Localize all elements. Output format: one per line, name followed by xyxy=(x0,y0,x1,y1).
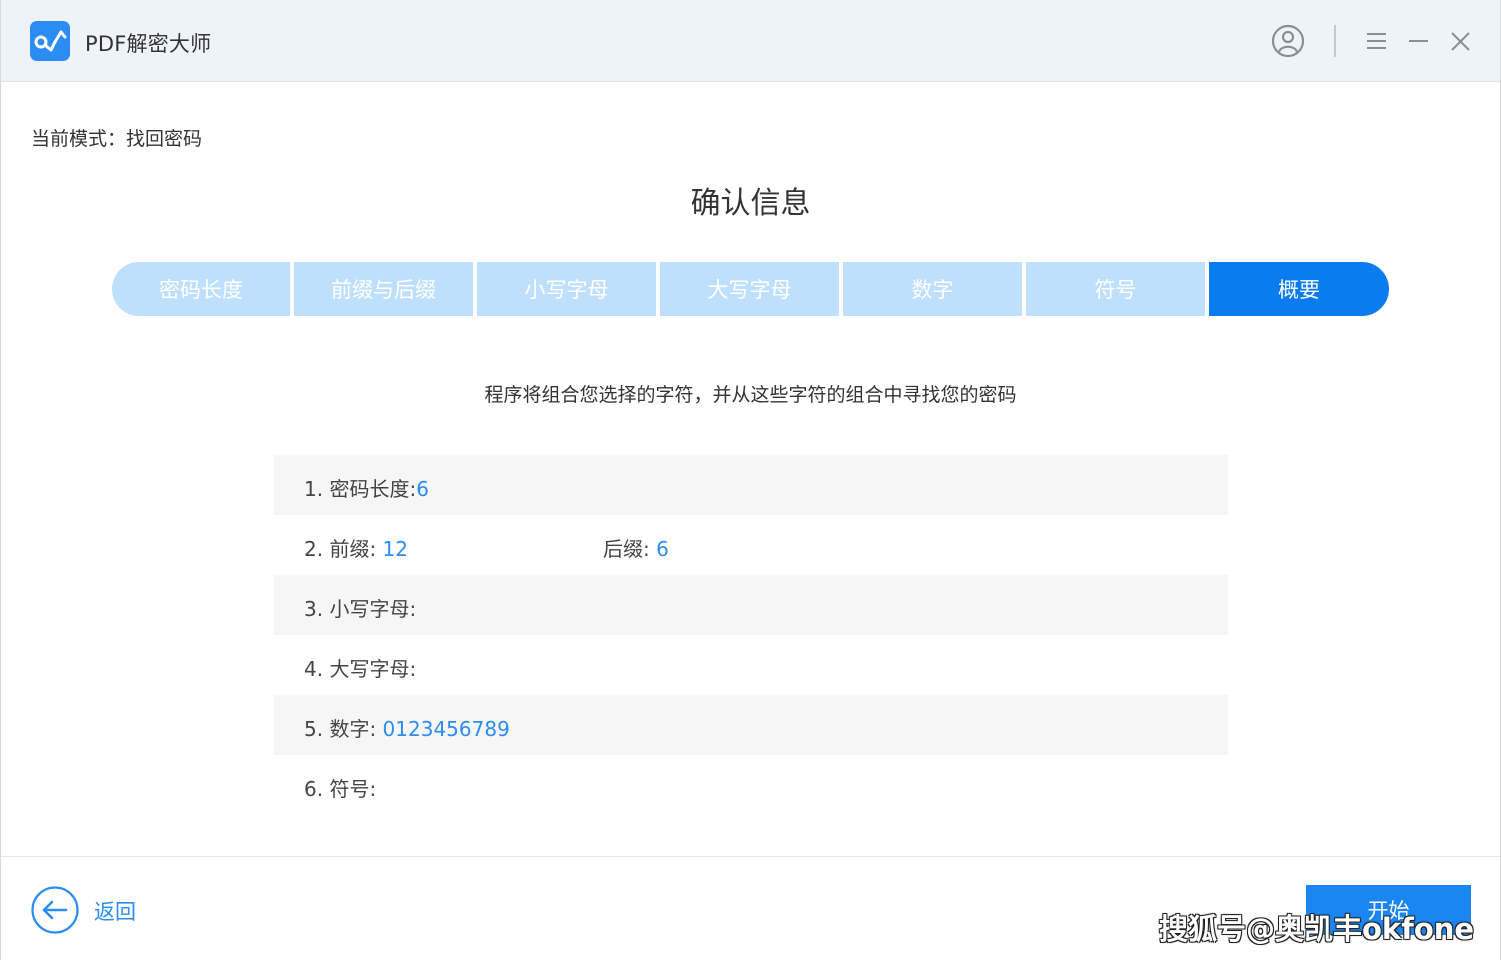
step-symbols[interactable]: 符号 xyxy=(1026,262,1205,316)
summary-label: 4. 大写字母: xyxy=(304,657,417,681)
summary-row-lowercase: 3. 小写字母: xyxy=(274,575,1228,635)
menu-icon[interactable] xyxy=(1359,22,1395,60)
watermark-text: 搜狐号@奥凯丰okfone xyxy=(1159,912,1475,946)
summary-value: 12 xyxy=(382,537,408,561)
close-icon[interactable] xyxy=(1443,22,1479,60)
summary-row-uppercase: 4. 大写字母: xyxy=(274,635,1228,695)
step-uppercase[interactable]: 大写字母 xyxy=(660,262,839,316)
titlebar-divider xyxy=(1334,25,1336,57)
summary-label: 6. 符号: xyxy=(304,777,377,801)
step-summary[interactable]: 概要 xyxy=(1209,262,1389,316)
minimize-icon[interactable] xyxy=(1401,22,1437,60)
title-bar: PDF解密大师 xyxy=(1,0,1500,82)
step-password-length[interactable]: 密码长度 xyxy=(112,262,290,316)
step-prefix-suffix[interactable]: 前缀与后缀 xyxy=(294,262,473,316)
app-window: PDF解密大师 当前模式：找回密码 确认信息 密码长度 前缀与后缀 小写字母 大… xyxy=(0,0,1501,960)
summary-value: 0123456789 xyxy=(382,717,510,741)
description-text: 程序将组合您选择的字符，并从这些字符的组合中寻找您的密码 xyxy=(484,384,1017,406)
summary-list: 1. 密码长度:6 2. 前缀: 12 后缀: 6 3. 小写字母: 4. 大写… xyxy=(274,455,1228,815)
step-progress-bar: 密码长度 前缀与后缀 小写字母 大写字母 数字 符号 概要 xyxy=(112,262,1389,316)
summary-label: 1. 密码长度: xyxy=(304,477,417,501)
app-logo-icon xyxy=(30,21,70,61)
current-mode-label: 当前模式：找回密码 xyxy=(31,128,203,150)
step-digits[interactable]: 数字 xyxy=(843,262,1022,316)
app-title: PDF解密大师 xyxy=(85,32,212,56)
summary-row-prefix-suffix: 2. 前缀: 12 后缀: 6 xyxy=(274,515,1228,575)
summary-row-length: 1. 密码长度:6 xyxy=(274,455,1228,515)
summary-value: 6 xyxy=(416,477,429,501)
summary-row-symbols: 6. 符号: xyxy=(274,755,1228,815)
user-icon[interactable] xyxy=(1270,22,1306,60)
summary-label: 3. 小写字母: xyxy=(304,597,417,621)
summary-value-suffix: 6 xyxy=(656,537,669,561)
step-lowercase[interactable]: 小写字母 xyxy=(477,262,656,316)
summary-row-digits: 5. 数字: 0123456789 xyxy=(274,695,1228,755)
summary-label: 2. 前缀: xyxy=(304,537,377,561)
summary-label-suffix: 后缀: xyxy=(603,537,650,561)
summary-label: 5. 数字: xyxy=(304,717,377,741)
back-arrow-icon[interactable] xyxy=(30,885,80,935)
back-button[interactable]: 返回 xyxy=(94,896,136,926)
page-title: 确认信息 xyxy=(690,186,811,221)
